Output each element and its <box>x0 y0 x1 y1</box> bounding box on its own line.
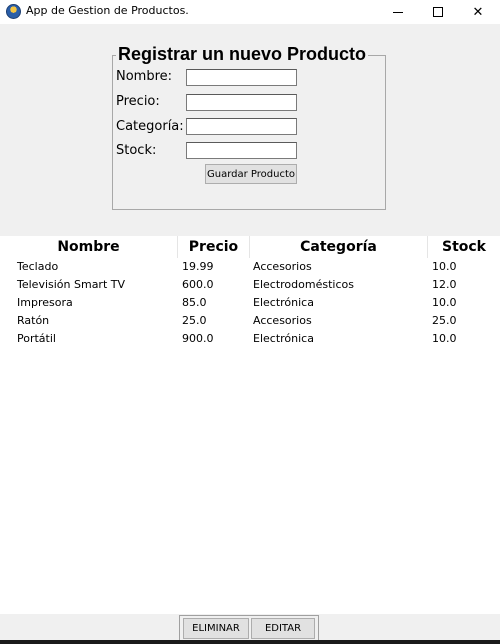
cell-stock: 12.0 <box>432 278 457 291</box>
column-header-precio[interactable]: Precio <box>178 236 249 258</box>
cell-precio: 25.0 <box>182 314 207 327</box>
column-header-stock[interactable]: Stock <box>428 236 500 258</box>
window-title: App de Gestion de Productos. <box>26 4 189 17</box>
table-row[interactable]: Portátil 900.0 Electrónica 10.0 <box>0 330 500 348</box>
cell-stock: 10.0 <box>432 296 457 309</box>
cell-precio: 85.0 <box>182 296 207 309</box>
name-label: Nombre: <box>116 69 173 84</box>
price-field[interactable] <box>186 94 297 111</box>
stock-field[interactable] <box>186 142 297 159</box>
maximize-icon <box>433 7 443 17</box>
window-bottom-edge <box>0 640 500 644</box>
category-label: Categoría: <box>116 119 184 134</box>
save-product-button[interactable]: Guardar Producto <box>205 164 297 184</box>
form-title: Registrar un nuevo Producto <box>116 44 369 65</box>
table-row[interactable]: Impresora 85.0 Electrónica 10.0 <box>0 294 500 312</box>
close-icon: ✕ <box>472 4 484 20</box>
price-label: Precio: <box>116 94 160 109</box>
cell-categoria: Accesorios <box>253 314 312 327</box>
title-bar: App de Gestion de Productos. ✕ <box>0 0 500 24</box>
table-row[interactable]: Teclado 19.99 Accesorios 10.0 <box>0 258 500 276</box>
app-icon <box>6 4 21 19</box>
cell-categoria: Accesorios <box>253 260 312 273</box>
stock-label: Stock: <box>116 143 157 158</box>
cell-nombre: Televisión Smart TV <box>17 278 126 291</box>
cell-nombre: Impresora <box>17 296 73 309</box>
cell-categoria: Electrodomésticos <box>253 278 354 291</box>
cell-nombre: Teclado <box>17 260 59 273</box>
cell-nombre: Portátil <box>17 332 56 345</box>
column-header-nombre[interactable]: Nombre <box>0 236 177 258</box>
cell-stock: 25.0 <box>432 314 457 327</box>
cell-nombre: Ratón <box>17 314 50 327</box>
cell-precio: 900.0 <box>182 332 214 345</box>
table-header: Nombre Precio Categoría Stock <box>0 236 500 258</box>
form-panel: Registrar un nuevo Producto Nombre: Prec… <box>0 24 500 236</box>
category-field[interactable] <box>186 118 297 135</box>
cell-precio: 19.99 <box>182 260 214 273</box>
cell-stock: 10.0 <box>432 332 457 345</box>
table-row[interactable]: Ratón 25.0 Accesorios 25.0 <box>0 312 500 330</box>
column-header-categoria[interactable]: Categoría <box>250 236 427 258</box>
cell-stock: 10.0 <box>432 260 457 273</box>
delete-button[interactable]: ELIMINAR <box>183 618 249 639</box>
table-row[interactable]: Televisión Smart TV 600.0 Electrodomésti… <box>0 276 500 294</box>
cell-precio: 600.0 <box>182 278 214 291</box>
name-field[interactable] <box>186 69 297 86</box>
cell-categoria: Electrónica <box>253 296 314 309</box>
minimize-icon <box>393 11 403 13</box>
cell-categoria: Electrónica <box>253 332 314 345</box>
close-button[interactable]: ✕ <box>455 0 500 24</box>
product-table-body: Teclado 19.99 Accesorios 10.0 Televisión… <box>0 258 500 348</box>
edit-button[interactable]: EDITAR <box>251 618 315 639</box>
